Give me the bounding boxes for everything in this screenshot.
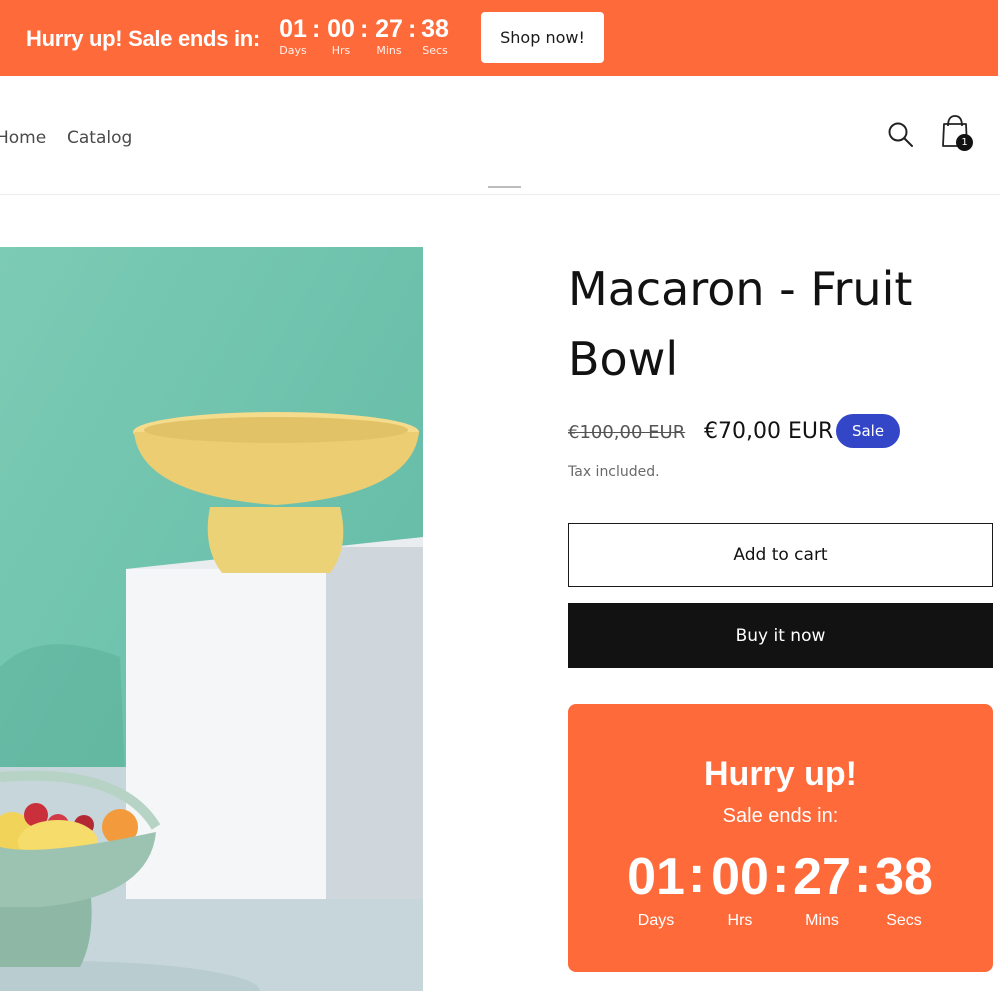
timer-hours-label: Hrs [331, 44, 351, 57]
sale-badge: Sale [836, 414, 900, 448]
cart-button[interactable]: 1 [938, 112, 982, 156]
cart-count-badge: 1 [956, 134, 973, 151]
fruit-bowl-photo [0, 247, 423, 991]
timer-secs: 38 Secs [418, 14, 452, 58]
timer-separator: : [312, 15, 321, 43]
countdown-separator: : [772, 846, 790, 904]
countdown-days: 01 Days [626, 846, 686, 934]
countdown-hours-label: Hrs [727, 912, 753, 929]
countdown-separator: : [854, 846, 872, 904]
buy-now-button[interactable]: Buy it now [568, 603, 993, 668]
countdown-separator: : [688, 846, 706, 904]
countdown-days-value: 01 [627, 848, 685, 906]
announcement-countdown: 01 Days : 00 Hrs : 27 Mins : 38 Secs [276, 14, 452, 62]
timer-hours: 00 Hrs [324, 14, 358, 58]
countdown-heading: Hurry up! [704, 755, 857, 793]
product-title: Macaron - Fruit Bowl [568, 262, 913, 386]
timer-secs-value: 38 [421, 15, 449, 43]
timer-separator: : [360, 15, 369, 43]
search-icon [888, 122, 913, 147]
timer-days: 01 Days [276, 14, 310, 58]
countdown-subheading: Sale ends in: [722, 805, 839, 827]
countdown-hours-value: 00 [711, 848, 769, 906]
countdown-card: Hurry up! Sale ends in: 01 Days : 00 Hrs… [568, 704, 993, 972]
announcement-text: Hurry up! Sale ends in: [26, 26, 260, 51]
timer-mins: 27 Mins [372, 14, 406, 58]
price-sale: €70,00 EUR [704, 419, 834, 444]
countdown-mins-value: 27 [793, 848, 851, 906]
countdown-secs: 38 Secs [874, 846, 934, 934]
product-image[interactable] [0, 247, 423, 991]
countdown-days-label: Days [637, 912, 675, 929]
countdown-hours: 00 Hrs [710, 846, 770, 934]
countdown-timer: 01 Days : 00 Hrs : 27 Mins : 38 Secs [626, 846, 936, 936]
nav-link-home[interactable]: Home [0, 128, 46, 148]
nav-link-catalog[interactable]: Catalog [67, 128, 132, 148]
add-to-cart-button[interactable]: Add to cart [568, 523, 993, 587]
timer-mins-value: 27 [375, 15, 403, 43]
timer-days-value: 01 [279, 15, 307, 43]
countdown-secs-label: Secs [886, 912, 922, 929]
search-button[interactable] [884, 118, 918, 152]
tax-note: Tax included. [568, 464, 660, 480]
timer-days-label: Days [279, 44, 307, 57]
countdown-secs-value: 38 [875, 848, 933, 906]
scroll-indicator [488, 186, 521, 188]
timer-hours-value: 00 [327, 15, 355, 43]
price-original: €100,00 EUR [568, 422, 686, 443]
countdown-mins-label: Mins [805, 912, 839, 929]
timer-separator: : [408, 15, 417, 43]
timer-mins-label: Mins [376, 44, 402, 57]
countdown-mins: 27 Mins [792, 846, 852, 934]
site-header: Home Catalog 1 [0, 76, 1000, 195]
announcement-bar: Hurry up! Sale ends in: 01 Days : 00 Hrs… [0, 0, 998, 76]
price-row: €100,00 EUR €70,00 EUR Sale [568, 412, 988, 452]
timer-secs-label: Secs [422, 44, 448, 57]
shop-now-button[interactable]: Shop now! [481, 12, 604, 63]
